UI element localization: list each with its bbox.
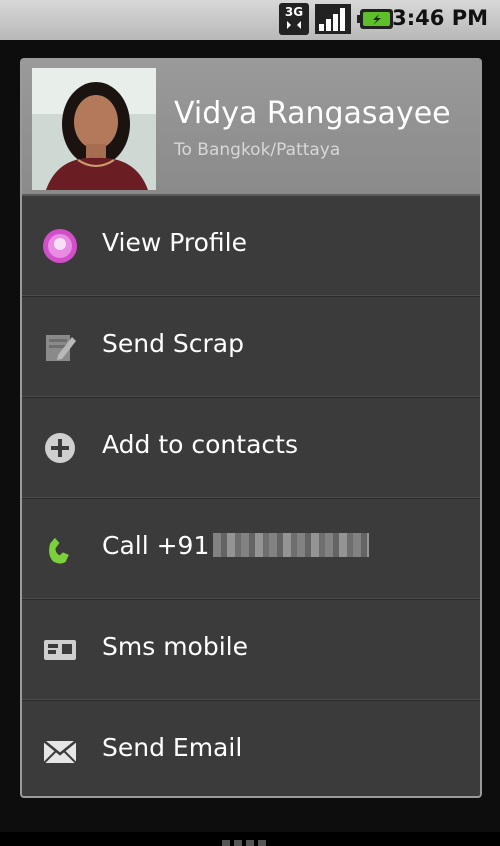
- menu-item-send-email[interactable]: Send Email: [22, 701, 480, 796]
- menu-item-view-profile[interactable]: View Profile: [22, 196, 480, 297]
- 3g-icon: 3G: [279, 3, 309, 35]
- add-contact-icon: [45, 433, 75, 463]
- profile-icon: [43, 229, 77, 263]
- svg-text:3G: 3G: [285, 5, 303, 19]
- menu-item-label: View Profile: [102, 228, 248, 257]
- menu-item-label: Call +91: [102, 531, 370, 560]
- page-indicator: [222, 840, 266, 846]
- contact-name: Vidya Rangasayee: [174, 96, 451, 131]
- menu-item-call[interactable]: Call +91: [22, 499, 480, 600]
- edit-icon: [46, 335, 76, 361]
- call-label: Call +91: [102, 531, 210, 560]
- menu-item-add-to-contacts[interactable]: Add to contacts: [22, 398, 480, 499]
- menu-item-label: Add to contacts: [102, 430, 298, 459]
- menu-item-send-scrap[interactable]: Send Scrap: [22, 297, 480, 398]
- contact-subtitle: To Bangkok/Pattaya: [174, 140, 341, 160]
- menu-item-label: Sms mobile: [102, 632, 248, 661]
- sms-icon: [44, 640, 76, 660]
- menu-item-label: Send Email: [102, 733, 243, 762]
- redacted-phone-number: [213, 533, 370, 557]
- email-icon: [43, 740, 77, 764]
- dialog-header: Vidya Rangasayee To Bangkok/Pattaya: [22, 60, 480, 196]
- menu-item-label: Send Scrap: [102, 329, 244, 358]
- battery-icon: [357, 9, 393, 29]
- avatar[interactable]: [32, 68, 156, 190]
- options-menu: View Profile Send Scrap Add to contacts: [22, 196, 480, 796]
- signal-icon: [315, 4, 351, 34]
- status-bar: 3G 3:46 PM: [0, 0, 500, 40]
- status-time: 3:46 PM: [392, 6, 488, 30]
- menu-item-sms-mobile[interactable]: Sms mobile: [22, 600, 480, 701]
- contact-options-dialog: Vidya Rangasayee To Bangkok/Pattaya View…: [20, 58, 482, 798]
- phone-icon: [49, 537, 69, 564]
